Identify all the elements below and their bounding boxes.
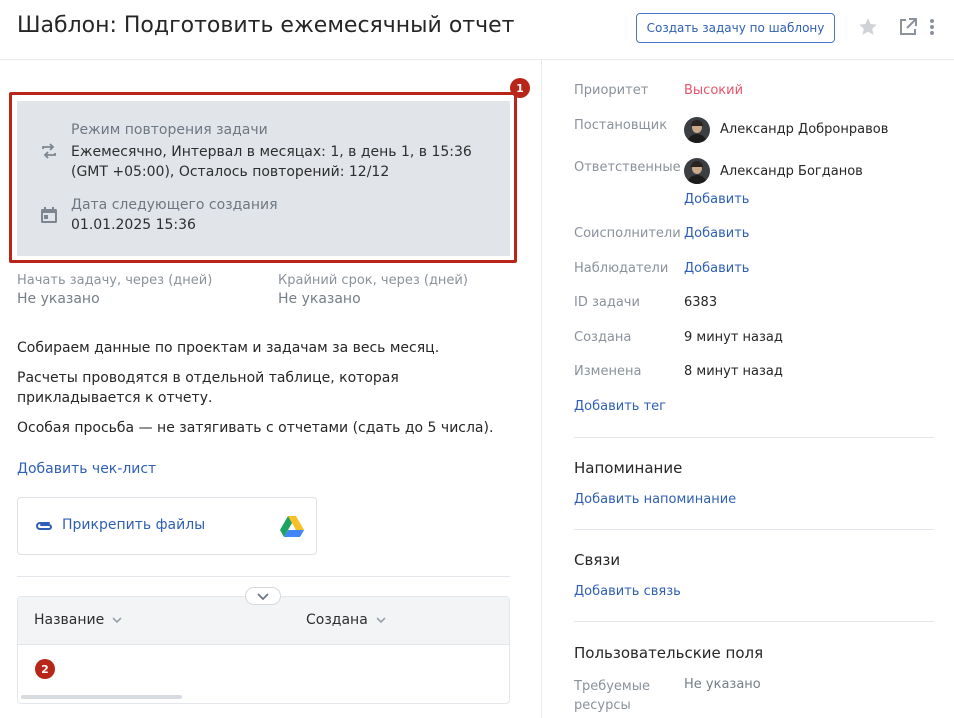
created-value: 9 минут назад	[684, 330, 783, 345]
panel-divider	[541, 60, 542, 718]
creator-name[interactable]: Александр Добронравов	[720, 122, 888, 137]
attach-files-label[interactable]: Прикрепить файлы	[62, 517, 205, 533]
responsible-name[interactable]: Александр Богданов	[720, 164, 863, 179]
add-checklist-link[interactable]: Добавить чек-лист	[17, 461, 156, 477]
coexecutors-label: Соисполнители	[574, 226, 681, 241]
add-reminder-link[interactable]: Добавить напоминание	[574, 492, 736, 507]
chevron-down-icon	[376, 617, 386, 623]
expand-toggle[interactable]	[245, 587, 281, 605]
more-vertical-icon[interactable]	[927, 17, 937, 37]
required-resources-label: Требуемые ресурсы	[574, 679, 650, 713]
required-resources-value[interactable]: Не указано	[684, 677, 761, 692]
column-header-created[interactable]: Создана	[306, 612, 386, 628]
task-id-value: 6383	[684, 295, 718, 310]
avatar[interactable]	[684, 158, 710, 184]
observers-label: Наблюдатели	[574, 261, 669, 276]
annotation-marker-1: 1	[510, 78, 530, 98]
add-tag-link[interactable]: Добавить тег	[574, 399, 666, 414]
add-observer-link[interactable]: Добавить	[684, 261, 749, 276]
created-label: Создана	[574, 330, 632, 345]
open-external-icon[interactable]	[898, 17, 918, 37]
custom-fields-title: Пользовательские поля	[574, 644, 764, 662]
description-line: Собираем данные по проектам и задачам за…	[17, 340, 440, 356]
add-responsible-link[interactable]: Добавить	[684, 192, 749, 207]
section-separator	[574, 437, 934, 438]
start-after-label: Начать задачу, через (дней)	[17, 273, 213, 288]
section-separator	[17, 576, 510, 577]
column-header-label: Создана	[306, 612, 368, 628]
description-line: Особая просьба — не затягивать с отчетам…	[17, 420, 494, 436]
highlight-frame	[9, 92, 517, 263]
chevron-down-icon	[112, 617, 122, 623]
avatar[interactable]	[684, 117, 710, 143]
priority-label: Приоритет	[574, 83, 649, 98]
subtasks-table: Название Создана	[17, 596, 510, 704]
responsible-label: Ответственные	[574, 160, 681, 175]
deadline-after-value[interactable]: Не указано	[278, 291, 361, 307]
modified-label: Изменена	[574, 364, 642, 379]
chevron-down-icon	[257, 592, 269, 600]
page-title: Шаблон: Подготовить ежемесячный отчет	[17, 13, 515, 38]
start-after-value[interactable]: Не указано	[17, 291, 100, 307]
create-task-from-template-button[interactable]: Создать задачу по шаблону	[636, 13, 835, 43]
column-header-label: Название	[34, 612, 105, 628]
header: Шаблон: Подготовить ежемесячный отчет Со…	[0, 0, 954, 60]
add-link-link[interactable]: Добавить связь	[574, 584, 681, 599]
google-drive-icon[interactable]	[280, 516, 304, 537]
annotation-marker-2: 2	[35, 659, 55, 679]
attach-files-box[interactable]: Прикрепить файлы	[17, 497, 317, 555]
deadline-after-label: Крайний срок, через (дней)	[278, 273, 468, 288]
paperclip-icon	[36, 522, 52, 530]
star-icon[interactable]	[857, 16, 879, 38]
task-id-label: ID задачи	[574, 295, 640, 310]
links-title: Связи	[574, 551, 621, 569]
horizontal-scrollbar[interactable]	[21, 695, 182, 699]
section-separator	[574, 529, 934, 530]
priority-value[interactable]: Высокий	[684, 83, 743, 98]
description-line: Расчеты проводятся в отдельной таблице, …	[17, 370, 399, 406]
reminder-title: Напоминание	[574, 459, 683, 477]
modified-value: 8 минут назад	[684, 364, 783, 379]
column-header-name[interactable]: Название	[34, 612, 122, 628]
add-coexecutor-link[interactable]: Добавить	[684, 226, 749, 241]
section-separator	[574, 621, 934, 622]
creator-label: Постановщик	[574, 118, 668, 133]
